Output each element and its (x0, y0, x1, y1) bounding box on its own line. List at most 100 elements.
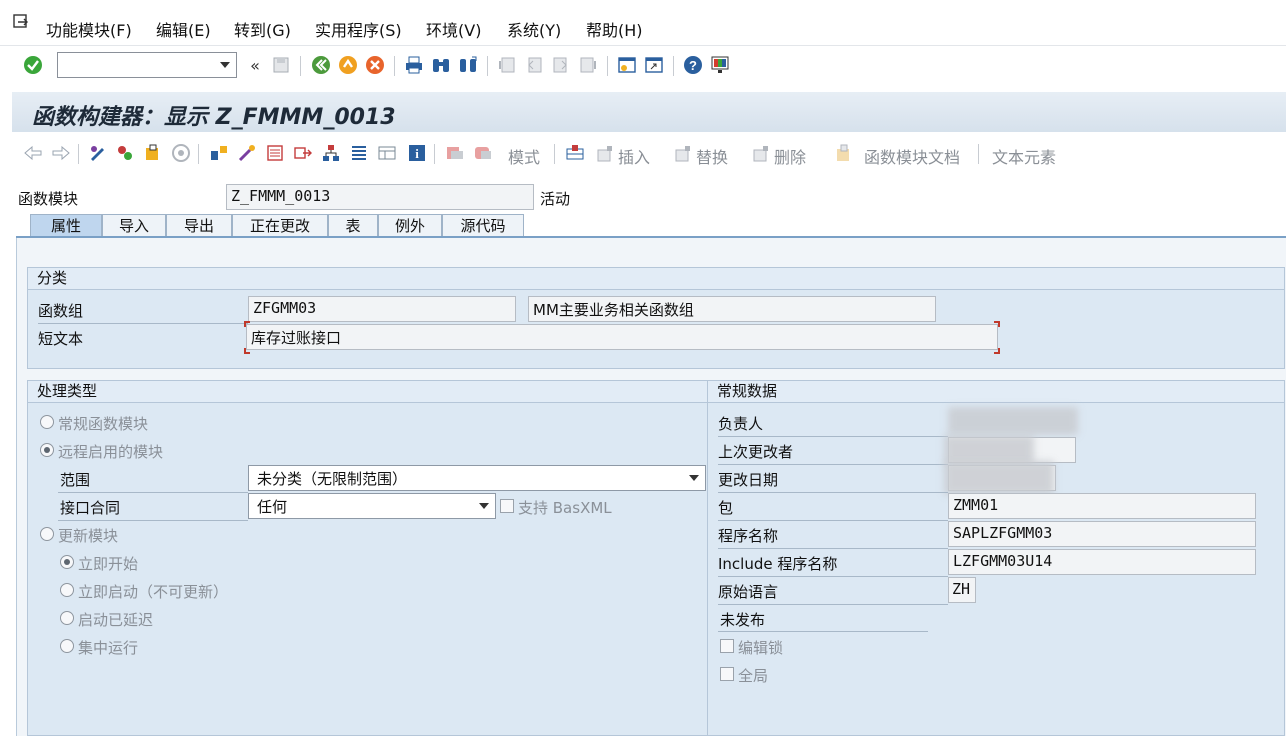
package-field[interactable]: ZMM01 (948, 493, 1256, 519)
include-name-field[interactable]: LZFGMM03U14 (948, 549, 1256, 575)
insert-icon[interactable] (594, 142, 616, 164)
pattern-statement-icon[interactable] (472, 142, 494, 164)
edit-lock-label: 编辑锁 (738, 639, 784, 657)
normal-fm-radio[interactable] (40, 415, 54, 429)
global-checkbox[interactable] (720, 667, 734, 681)
menu-goto[interactable]: 转到(G) (234, 17, 291, 41)
svg-text:?: ? (689, 58, 697, 73)
page-title: 函数构建器：显示 Z_FMMM_0013 (32, 105, 396, 130)
pretty-printer-icon[interactable] (348, 142, 370, 164)
tab-attributes[interactable]: 属性 (30, 214, 102, 238)
tab-import[interactable]: 导入 (102, 214, 166, 238)
print-icon[interactable] (403, 54, 425, 76)
delete-button[interactable]: 删除 (774, 144, 806, 168)
insert-button[interactable]: 插入 (618, 144, 650, 168)
test-icon[interactable] (236, 142, 258, 164)
short-text-field[interactable]: 库存过账接口 (246, 324, 998, 350)
menu-help[interactable]: 帮助(H) (586, 17, 643, 41)
scope-dropdown-icon[interactable] (689, 475, 699, 481)
frame-icon[interactable] (376, 142, 398, 164)
update-fm-radio[interactable] (40, 527, 54, 541)
fm-label: 函数模块 (18, 190, 79, 208)
exit-icon[interactable] (337, 54, 359, 76)
menu-function-module[interactable]: 功能模块(F) (46, 17, 132, 41)
tab-source-code[interactable]: 源代码 (442, 214, 524, 238)
program-name-field[interactable]: SAPLZFGMM03 (948, 521, 1256, 547)
next-page-icon[interactable] (550, 54, 572, 76)
active-inactive-icon[interactable] (114, 142, 136, 164)
original-language-field[interactable]: ZH (948, 577, 976, 603)
create-shortcut-icon[interactable] (643, 54, 665, 76)
back-arrow-icon[interactable] (22, 142, 44, 164)
customize-layout-icon[interactable] (709, 54, 731, 76)
original-language-label: 原始语言 (718, 583, 779, 601)
application-toolbar: i 模式 插入 替换 删除 函数模块文档 文本元素 (12, 134, 1286, 174)
pattern-icon[interactable] (444, 142, 466, 164)
fm-documentation-button[interactable]: 函数模块文档 (864, 144, 960, 168)
navigation-icon[interactable] (292, 142, 314, 164)
forward-arrow-icon[interactable] (50, 142, 72, 164)
help-icon[interactable]: ? (682, 54, 704, 76)
text-elements-button[interactable]: 文本元素 (992, 144, 1056, 168)
immediate-no-update-radio[interactable] (60, 583, 74, 597)
mode-button[interactable]: 模式 (508, 144, 540, 168)
last-page-icon[interactable] (577, 54, 599, 76)
tab-export[interactable]: 导出 (166, 214, 232, 238)
back-icon[interactable] (310, 54, 332, 76)
cancel-icon[interactable] (364, 54, 386, 76)
menu-utilities[interactable]: 实用程序(S) (315, 17, 402, 41)
object-list-icon[interactable] (264, 142, 286, 164)
function-group-field[interactable]: ZFGMM03 (248, 296, 516, 322)
function-group-desc: MM主要业务相关函数组 (528, 296, 936, 322)
menu-bar: 功能模块(F) 编辑(E) 转到(G) 实用程序(S) 环境(V) 系统(Y) … (0, 0, 1286, 46)
basxml-checkbox[interactable] (500, 499, 514, 513)
menu-environment[interactable]: 环境(V) (426, 17, 481, 41)
title-bar: 函数构建器：显示 Z_FMMM_0013 (12, 92, 1286, 132)
where-used-icon[interactable] (208, 142, 230, 164)
new-session-icon[interactable] (616, 54, 638, 76)
find-next-icon[interactable] (457, 54, 479, 76)
tab-exceptions[interactable]: 例外 (378, 214, 442, 238)
collective-run-radio[interactable] (60, 639, 74, 653)
insert-row-icon[interactable] (564, 142, 586, 164)
find-icon[interactable] (430, 54, 452, 76)
menu-edit[interactable]: 编辑(E) (156, 17, 211, 41)
command-field[interactable] (57, 52, 237, 78)
delayed-start-radio[interactable] (60, 611, 74, 625)
check-syntax-icon[interactable] (142, 142, 164, 164)
immediate-start-radio[interactable] (60, 555, 74, 569)
remote-fm-radio[interactable] (40, 443, 54, 457)
global-label: 全局 (738, 667, 769, 685)
contract-value: 任何 (257, 498, 288, 516)
enter-check-icon[interactable] (22, 54, 44, 76)
replace-button[interactable]: 替换 (696, 144, 728, 168)
remote-fm-label: 远程启用的模块 (58, 443, 164, 461)
collapse-icon[interactable]: « (244, 54, 266, 76)
tab-tables[interactable]: 表 (328, 214, 378, 238)
basxml-label: 支持 BasXML (518, 499, 612, 517)
display-change-icon[interactable] (87, 142, 109, 164)
contract-label: 接口合同 (60, 499, 121, 517)
fm-doc-icon[interactable] (832, 142, 854, 164)
scope-label: 范围 (60, 471, 91, 489)
contract-dropdown-icon[interactable] (479, 503, 489, 509)
delete-icon[interactable] (750, 142, 772, 164)
info-icon[interactable]: i (406, 142, 428, 164)
scope-dropdown[interactable]: 未分类（无限制范围） (248, 465, 706, 491)
first-page-icon[interactable] (496, 54, 518, 76)
menu-system[interactable]: 系统(Y) (507, 17, 561, 41)
program-name-label: 程序名称 (718, 527, 779, 545)
owner-redacted (948, 407, 1078, 435)
fm-name-field[interactable]: Z_FMMM_0013 (226, 184, 534, 210)
activate-icon[interactable] (170, 142, 192, 164)
tab-changing[interactable]: 正在更改 (232, 214, 328, 238)
save-icon[interactable] (270, 54, 292, 76)
menu-expand-icon[interactable] (12, 13, 30, 31)
svg-text:i: i (415, 146, 419, 161)
hierarchy-icon[interactable] (320, 142, 342, 164)
edit-lock-checkbox[interactable] (720, 639, 734, 653)
contract-dropdown[interactable]: 任何 (248, 493, 496, 519)
previous-page-icon[interactable] (523, 54, 545, 76)
command-field-dropdown-icon[interactable] (220, 62, 230, 68)
replace-icon[interactable] (672, 142, 694, 164)
